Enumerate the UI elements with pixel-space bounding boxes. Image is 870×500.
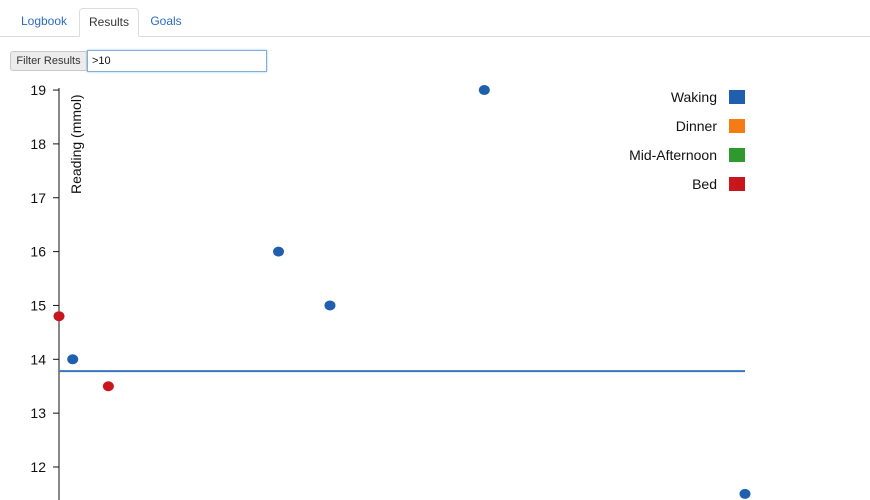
data-point-waking	[67, 354, 79, 365]
legend-label-mid-afternoon: Mid-Afternoon	[629, 147, 717, 163]
chart-legend: Waking Dinner Mid-Afternoon Bed	[629, 89, 745, 192]
data-point-waking	[739, 488, 751, 499]
legend-swatch-waking	[729, 90, 745, 104]
y-tick-label: 18	[30, 136, 46, 152]
y-tick-label: 16	[30, 244, 46, 260]
y-tick-label: 13	[30, 405, 46, 421]
y-tick-label: 15	[30, 297, 46, 313]
legend-label-waking: Waking	[671, 89, 717, 105]
y-tick-label: 17	[30, 190, 46, 206]
y-tick-label: 19	[30, 82, 46, 98]
data-point-waking	[478, 85, 490, 96]
legend-swatch-bed	[729, 177, 745, 191]
data-point-waking	[273, 246, 285, 257]
y-axis: 12 13 14 15 16 17 18 19	[30, 82, 60, 500]
legend-label-dinner: Dinner	[676, 118, 718, 134]
y-tick-label: 12	[30, 459, 46, 475]
y-axis-title: Reading (mmol)	[68, 94, 84, 194]
readings-chart: 12 13 14 15 16 17 18 19 Reading (mmol) Waking Di…	[30, 82, 751, 500]
legend-swatch-dinner	[729, 119, 745, 133]
legend-swatch-mid-afternoon	[729, 148, 745, 162]
data-point-waking	[324, 300, 336, 311]
y-tick-label: 14	[30, 351, 46, 367]
data-point-bed	[102, 381, 114, 392]
legend-label-bed: Bed	[692, 176, 717, 192]
data-point-bed	[53, 311, 65, 322]
